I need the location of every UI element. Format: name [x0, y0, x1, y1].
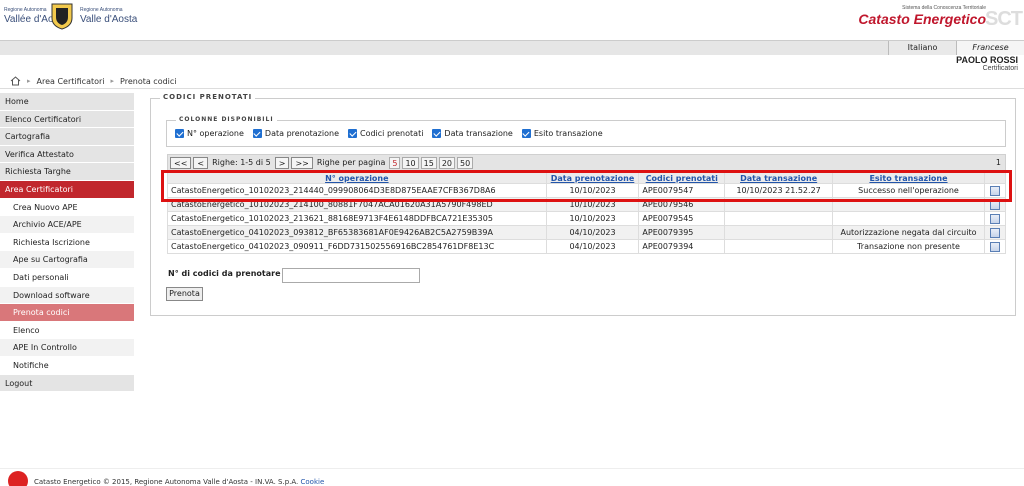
sidebar-item-home[interactable]: Home	[0, 93, 134, 111]
cell-codice: APE0079395	[638, 225, 726, 240]
app-brand[interactable]: Sistema della Conoscenza Territoriale Ca…	[858, 5, 986, 27]
column-toggles: N° operazione Data prenotazione Codici p…	[175, 129, 609, 138]
table-row[interactable]: CatastoEnergetico_04102023_093812_BF6538…	[167, 225, 1007, 240]
sidebar-item-richiesta-iscrizione[interactable]: Richiesta Iscrizione	[0, 233, 134, 252]
first-page-button[interactable]: <<	[170, 156, 192, 169]
row-select-checkbox[interactable]	[989, 227, 1000, 238]
cell-data-prenotazione: 10/10/2023	[545, 211, 640, 226]
table-row[interactable]: CatastoEnergetico_10102023_213621_88168E…	[167, 211, 1007, 226]
checkbox-n-operazione[interactable]	[175, 129, 184, 138]
checkbox-data-transazione[interactable]	[432, 129, 442, 138]
prenota-button[interactable]: Prenota	[166, 287, 203, 301]
rows-info: Righe: 1-5 di 5	[212, 158, 271, 167]
sidebar-item-archivio[interactable]: Archivio ACE/APE	[0, 216, 134, 234]
page-size-15[interactable]: 15	[420, 156, 437, 169]
sidebar-item-richiesta-targhe[interactable]: Richiesta Targhe	[0, 163, 134, 181]
cell-select	[983, 239, 1007, 254]
crest-icon	[51, 3, 73, 30]
cell-codice: APE0079394	[638, 239, 726, 254]
page-size-10[interactable]: 10	[402, 156, 419, 169]
user-role: Certificatori	[982, 65, 1018, 72]
divider	[0, 88, 1024, 89]
sidebar-item-prenota-codici[interactable]: Prenota codici	[0, 304, 134, 322]
cell-codice: APE0079545	[638, 211, 726, 226]
cell-operazione: CatastoEnergetico_04102023_093812_BF6538…	[167, 225, 547, 240]
cookie-link[interactable]: Cookie	[301, 478, 325, 486]
sidebar-item-logout[interactable]: Logout	[0, 374, 134, 393]
brand-dot-icon	[8, 471, 28, 486]
cell-esito: Transazione non presente	[832, 239, 985, 254]
sidebar-item-area-certificatori[interactable]: Area Certificatori	[0, 180, 134, 199]
language-bar	[0, 40, 1024, 55]
sidebar-item-elenco-certificatori[interactable]: Elenco Certificatori	[0, 110, 134, 129]
checkbox-data-prenotazione[interactable]	[252, 129, 262, 138]
pager: << < Righe: 1-5 di 5 > >> Righe per pagi…	[167, 154, 1006, 171]
checkbox-esito-transazione[interactable]	[521, 129, 531, 138]
chevron-right-icon: ▸	[110, 77, 115, 85]
prev-page-button[interactable]: <	[193, 156, 209, 169]
user-name: PAOLO ROSSI	[956, 55, 1018, 65]
lang-italiano[interactable]: Italiano	[888, 41, 956, 55]
cell-data-transazione	[724, 211, 834, 226]
page-size-20[interactable]: 20	[438, 156, 455, 169]
section-title: Codici prenotati	[160, 93, 256, 101]
cell-esito: Autorizzazione negata dal circuito	[832, 225, 985, 240]
region-name-label: Valle d'Aosta	[80, 14, 138, 25]
next-page-button[interactable]: >	[274, 156, 290, 169]
toggle-label: N° operazione	[187, 129, 244, 138]
lang-francese[interactable]: Francese	[956, 41, 1024, 55]
page-size-5[interactable]: 5	[389, 156, 401, 169]
cell-data-prenotazione: 04/10/2023	[545, 239, 640, 254]
per-page-label: Righe per pagina	[316, 158, 386, 167]
columns-title: Colonne disponibili	[176, 116, 277, 123]
sidebar-item-crea-nuovo-ape[interactable]: Crea Nuovo APE	[0, 198, 134, 217]
page-number: 1	[995, 158, 1001, 167]
sidebar: Home Elenco Certificatori Cartografia Ve…	[0, 93, 134, 393]
cell-select	[983, 211, 1007, 226]
sidebar-item-elenco[interactable]: Elenco	[0, 321, 134, 340]
reserve-count-input[interactable]	[282, 268, 420, 283]
toggle-label: Data prenotazione	[264, 129, 339, 138]
cell-data-transazione	[724, 225, 834, 240]
sct-logo: SCT	[985, 8, 1023, 30]
breadcrumb-area-certificatori[interactable]: Area Certificatori	[37, 77, 105, 86]
reserve-count-label: N° di codici da prenotare	[168, 269, 281, 278]
header: Regione Autonoma Vallée d'Aoste Regione …	[0, 0, 1024, 40]
row-select-checkbox[interactable]	[989, 213, 1000, 224]
cell-operazione: CatastoEnergetico_10102023_213621_88168E…	[167, 211, 547, 226]
sidebar-item-cartografia[interactable]: Cartografia	[0, 128, 134, 146]
page-size-50[interactable]: 50	[457, 156, 474, 169]
sidebar-item-verifica-attestato[interactable]: Verifica Attestato	[0, 145, 134, 164]
toggle-label: Codici prenotati	[360, 129, 424, 138]
cell-data-prenotazione: 04/10/2023	[545, 225, 640, 240]
sidebar-item-ape-in-controllo[interactable]: APE In Controllo	[0, 339, 134, 357]
last-page-button[interactable]: >>	[291, 156, 313, 169]
footer-text: Catasto Energetico © 2015, Regione Auton…	[34, 478, 324, 486]
sidebar-item-download-software[interactable]: Download software	[0, 286, 134, 305]
toggle-label: Data transazione	[444, 129, 513, 138]
cell-data-transazione	[724, 239, 834, 254]
cell-esito	[832, 211, 985, 226]
sidebar-item-ape-cartografia[interactable]: Ape su Cartografia	[0, 251, 134, 269]
sidebar-item-dati-personali[interactable]: Dati personali	[0, 268, 134, 287]
cell-select	[983, 225, 1007, 240]
row-select-checkbox[interactable]	[989, 241, 1000, 252]
breadcrumb: ▸ Area Certificatori ▸ Prenota codici	[10, 76, 177, 86]
toggle-label: Esito transazione	[533, 129, 603, 138]
footer-copyright: Catasto Energetico © 2015, Regione Auton…	[34, 478, 299, 486]
checkbox-codici-prenotati[interactable]	[348, 129, 357, 138]
app-title: Catasto Energetico	[858, 11, 986, 27]
sidebar-item-notifiche[interactable]: Notifiche	[0, 356, 134, 375]
chevron-right-icon: ▸	[27, 77, 31, 85]
region-logo-it[interactable]: Regione Autonoma Valle d'Aosta	[80, 6, 138, 25]
home-icon[interactable]	[10, 76, 21, 86]
table-row[interactable]: CatastoEnergetico_04102023_090911_F6DD73…	[167, 239, 1007, 254]
footer: Catasto Energetico © 2015, Regione Auton…	[0, 468, 1024, 486]
breadcrumb-prenota-codici: Prenota codici	[120, 76, 177, 86]
highlight-box	[161, 170, 1012, 202]
user-info: PAOLO ROSSI Certificatori	[956, 56, 1018, 73]
cell-operazione: CatastoEnergetico_04102023_090911_F6DD73…	[167, 239, 547, 254]
